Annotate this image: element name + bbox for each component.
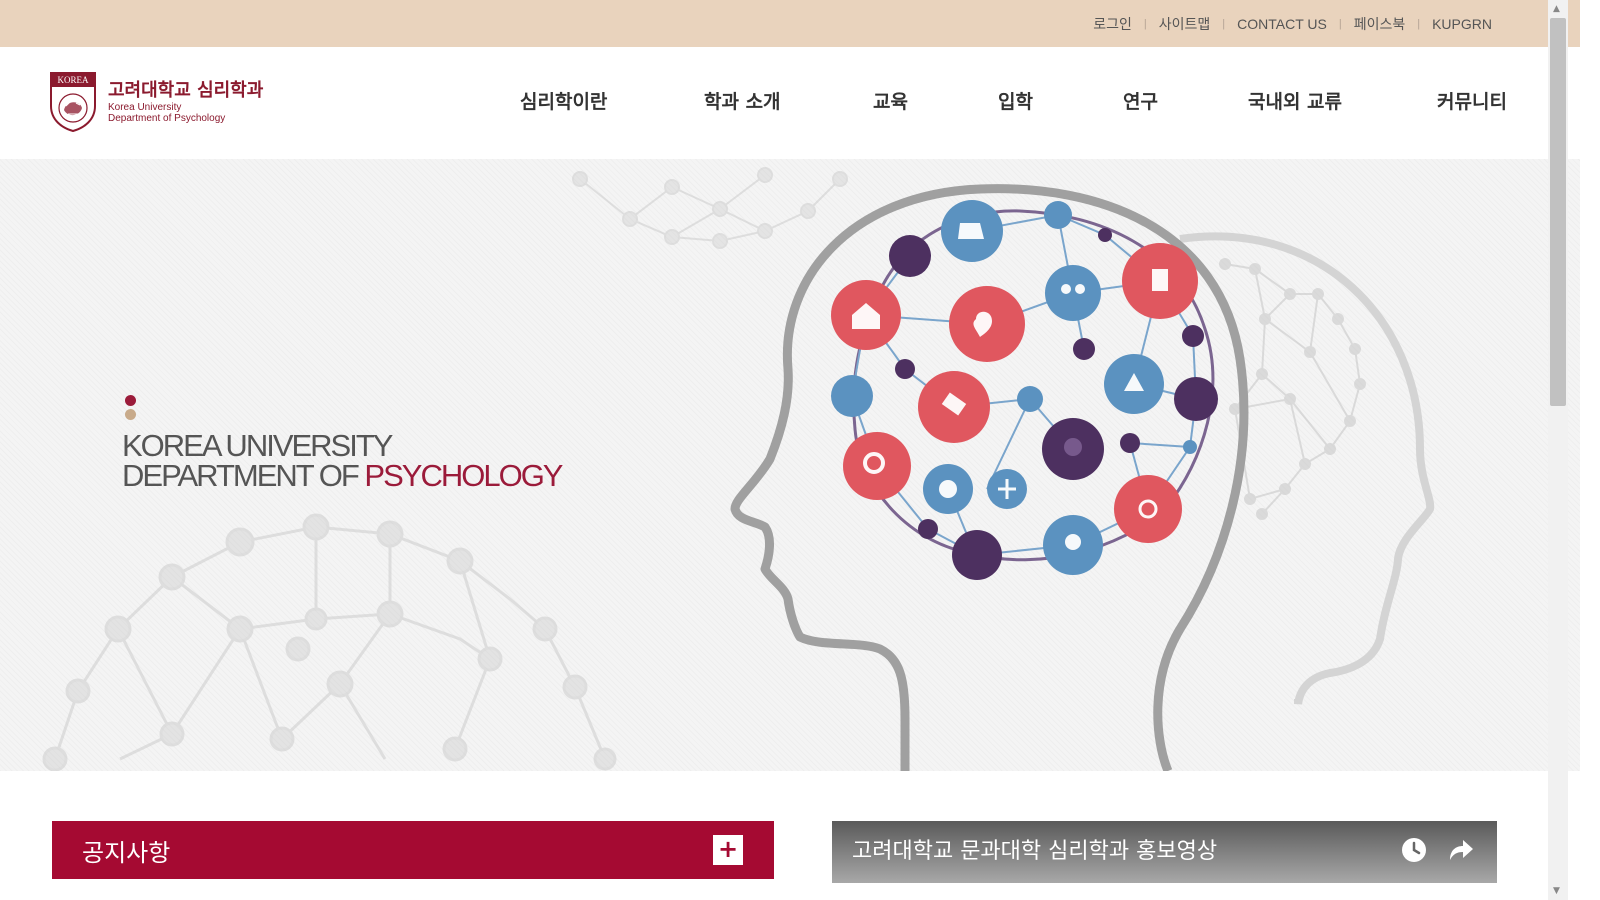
top-links: 로그인 | 사이트맵 | CONTACT US | 페이스북 | KUPGRN (1093, 0, 1492, 47)
logo-text: 고려대학교 심리학과 Korea University Department o… (108, 80, 263, 124)
logo-name-korean: 고려대학교 심리학과 (108, 80, 264, 101)
hero-title-line2: DEPARTMENT OF PSYCHOLOGY (122, 458, 563, 493)
hero-dot-red (125, 395, 136, 406)
contact-us-link[interactable]: CONTACT US (1237, 16, 1327, 32)
sitemap-link[interactable]: 사이트맵 (1159, 14, 1211, 34)
hero-dot-beige (125, 409, 136, 420)
nav-item-research[interactable]: 연구 (1123, 87, 1158, 114)
page-scrollbar[interactable]: ▲ ▼ (1548, 0, 1568, 900)
promo-video-header[interactable]: 고려대학교 문과대학 심리학과 홍보영상 (832, 821, 1497, 883)
site-header: KOREA 고려대학교 심리학과 Korea University Depart… (0, 47, 1580, 159)
video-title: 고려대학교 문과대학 심리학과 홍보영상 (852, 839, 1218, 864)
nav-item-admission[interactable]: 입학 (998, 87, 1033, 114)
plus-icon[interactable]: + (713, 835, 743, 865)
kupgrn-link[interactable]: KUPGRN (1432, 16, 1492, 32)
hero-title-accent: PSYCHOLOGY (364, 458, 563, 493)
network-bottom-decoration (42, 513, 617, 771)
back-head-outline (1179, 232, 1435, 705)
logo-name-english-line2: Department of Psychology (108, 113, 226, 124)
nav-item-exchange[interactable]: 국내외 교류 (1248, 87, 1342, 114)
hero-title: KOREA UNIVERSITY DEPARTMENT OF PSYCHOLOG… (122, 428, 563, 493)
scroll-up-icon[interactable]: ▲ (1553, 4, 1560, 14)
hero-title-line1: KOREA UNIVERSITY (122, 428, 393, 463)
clock-icon[interactable] (1400, 836, 1428, 864)
hero-banner: KOREA UNIVERSITY DEPARTMENT OF PSYCHOLOG… (0, 159, 1580, 771)
facebook-link[interactable]: 페이스북 (1354, 14, 1406, 34)
login-link[interactable]: 로그인 (1093, 14, 1132, 34)
emblem-text: KOREA (58, 75, 89, 85)
university-emblem-icon: KOREA (50, 72, 96, 132)
notice-title: 공지사항 (82, 839, 171, 867)
nav-item-about-psychology[interactable]: 심리학이란 (520, 87, 607, 114)
nav-item-education[interactable]: 교육 (873, 87, 908, 114)
site-logo[interactable]: KOREA 고려대학교 심리학과 Korea University Depart… (50, 72, 263, 132)
separator: | (1338, 17, 1342, 30)
separator: | (1143, 17, 1147, 30)
scroll-down-icon[interactable]: ▼ (1553, 886, 1560, 896)
separator: | (1417, 17, 1421, 30)
network-top-decoration (572, 167, 848, 249)
notice-panel-header[interactable]: 공지사항 + (52, 821, 774, 879)
nav-item-department[interactable]: 학과 소개 (704, 87, 781, 114)
share-icon[interactable] (1446, 836, 1474, 864)
nav-item-community[interactable]: 커뮤니티 (1437, 87, 1507, 114)
scrollbar-thumb[interactable] (1550, 18, 1566, 406)
top-utility-bar: 로그인 | 사이트맵 | CONTACT US | 페이스북 | KUPGRN (0, 0, 1580, 47)
brain-network (831, 200, 1218, 580)
logo-name-english-line1: Korea University (108, 102, 182, 113)
separator: | (1222, 17, 1226, 30)
hero-title-line2-prefix: DEPARTMENT OF (122, 458, 365, 493)
